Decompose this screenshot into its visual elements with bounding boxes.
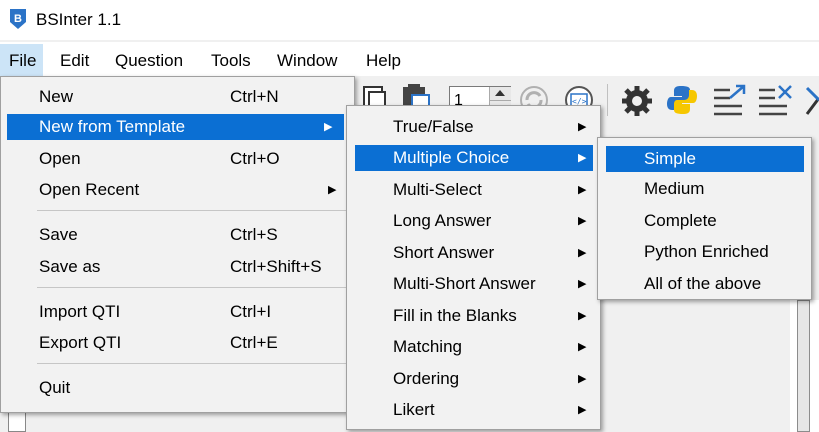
spin-up-icon[interactable] xyxy=(495,90,505,96)
mc-item-all-of-the-above[interactable]: All of the above xyxy=(598,271,811,297)
template-item-ordering[interactable]: Ordering ▶ xyxy=(347,366,600,392)
shortcut-open: Ctrl+O xyxy=(230,149,280,168)
template-submenu: True/False ▶ Multiple Choice ▶ Multi-Sel… xyxy=(346,105,601,430)
submenu-arrow-icon: ▶ xyxy=(578,152,587,164)
submenu-arrow-icon: ▶ xyxy=(578,341,587,353)
template-item-long-answer[interactable]: Long Answer ▶ xyxy=(347,208,600,234)
template-item-true-false[interactable]: True/False ▶ xyxy=(347,114,600,140)
settings-gear-icon[interactable] xyxy=(620,84,654,118)
menu-window[interactable]: Window xyxy=(277,50,337,72)
menu-tools[interactable]: Tools xyxy=(211,50,251,72)
scrollbar[interactable] xyxy=(797,300,810,432)
menu-item-open[interactable]: Open Ctrl+O xyxy=(1,146,354,172)
submenu-arrow-icon: ▶ xyxy=(578,215,587,227)
template-item-short-answer[interactable]: Short Answer ▶ xyxy=(347,240,600,266)
submenu-arrow-icon: ▶ xyxy=(578,373,587,385)
toolbar-separator xyxy=(607,84,608,116)
menu-separator xyxy=(37,363,350,364)
menu-item-new[interactable]: New Ctrl+N xyxy=(1,84,354,110)
menu-file[interactable]: File xyxy=(9,50,36,72)
menu-item-export-qti[interactable]: Export QTI Ctrl+E xyxy=(1,330,354,356)
shortcut-save: Ctrl+S xyxy=(230,225,278,244)
menu-question[interactable]: Question xyxy=(115,50,183,72)
menu-separator xyxy=(37,287,350,288)
app-logo-icon: B xyxy=(10,9,26,29)
template-item-multi-short-answer[interactable]: Multi-Short Answer ▶ xyxy=(347,271,600,297)
menu-item-quit[interactable]: Quit xyxy=(1,375,354,401)
submenu-arrow-icon: ▶ xyxy=(578,278,587,290)
menu-item-save[interactable]: Save Ctrl+S xyxy=(1,222,354,248)
shortcut-import-qti: Ctrl+I xyxy=(230,302,272,321)
export-list-icon[interactable] xyxy=(712,84,748,118)
mc-item-complete[interactable]: Complete xyxy=(598,208,811,234)
menu-bar: File Edit Question Tools Window Help xyxy=(0,42,819,76)
menu-item-save-as[interactable]: Save as Ctrl+Shift+S xyxy=(1,254,354,280)
template-item-matching[interactable]: Matching ▶ xyxy=(347,334,600,360)
svg-text:B: B xyxy=(14,13,22,25)
submenu-arrow-icon: ▶ xyxy=(578,404,587,416)
multiple-choice-submenu: Simple Medium Complete Python Enriched A… xyxy=(597,137,812,300)
submenu-arrow-icon: ▶ xyxy=(578,247,587,259)
delete-list-icon[interactable] xyxy=(757,84,793,118)
tools-icon[interactable] xyxy=(803,84,819,118)
mc-item-python-enriched[interactable]: Python Enriched xyxy=(598,239,811,265)
submenu-arrow-icon: ▶ xyxy=(578,121,587,133)
template-item-likert[interactable]: Likert ▶ xyxy=(347,397,600,423)
menu-item-open-recent[interactable]: Open Recent ▶ xyxy=(1,177,354,203)
file-menu: New Ctrl+N New from Template ▶ Open Ctrl… xyxy=(0,76,355,413)
shortcut-save-as: Ctrl+Shift+S xyxy=(230,257,322,276)
menu-separator xyxy=(37,210,350,211)
template-item-multi-select[interactable]: Multi-Select ▶ xyxy=(347,177,600,203)
menu-help[interactable]: Help xyxy=(366,50,401,72)
mc-item-medium[interactable]: Medium xyxy=(598,176,811,202)
submenu-arrow-icon: ▶ xyxy=(578,184,587,196)
shortcut-new: Ctrl+N xyxy=(230,87,279,106)
menu-item-import-qti[interactable]: Import QTI Ctrl+I xyxy=(1,299,354,325)
menu-item-new-from-template[interactable]: New from Template ▶ xyxy=(7,114,344,140)
submenu-arrow-icon: ▶ xyxy=(328,184,337,196)
submenu-arrow-icon: ▶ xyxy=(324,121,333,133)
submenu-arrow-icon: ▶ xyxy=(578,310,587,322)
shortcut-export-qti: Ctrl+E xyxy=(230,333,278,352)
title-bar xyxy=(0,0,819,40)
menu-edit[interactable]: Edit xyxy=(60,50,89,72)
mc-item-simple[interactable]: Simple xyxy=(606,146,804,172)
template-item-fill-in-the-blanks[interactable]: Fill in the Blanks ▶ xyxy=(347,303,600,329)
template-item-multiple-choice[interactable]: Multiple Choice ▶ xyxy=(355,145,593,171)
window-title: BSInter 1.1 xyxy=(36,10,122,29)
python-icon[interactable] xyxy=(666,84,698,116)
